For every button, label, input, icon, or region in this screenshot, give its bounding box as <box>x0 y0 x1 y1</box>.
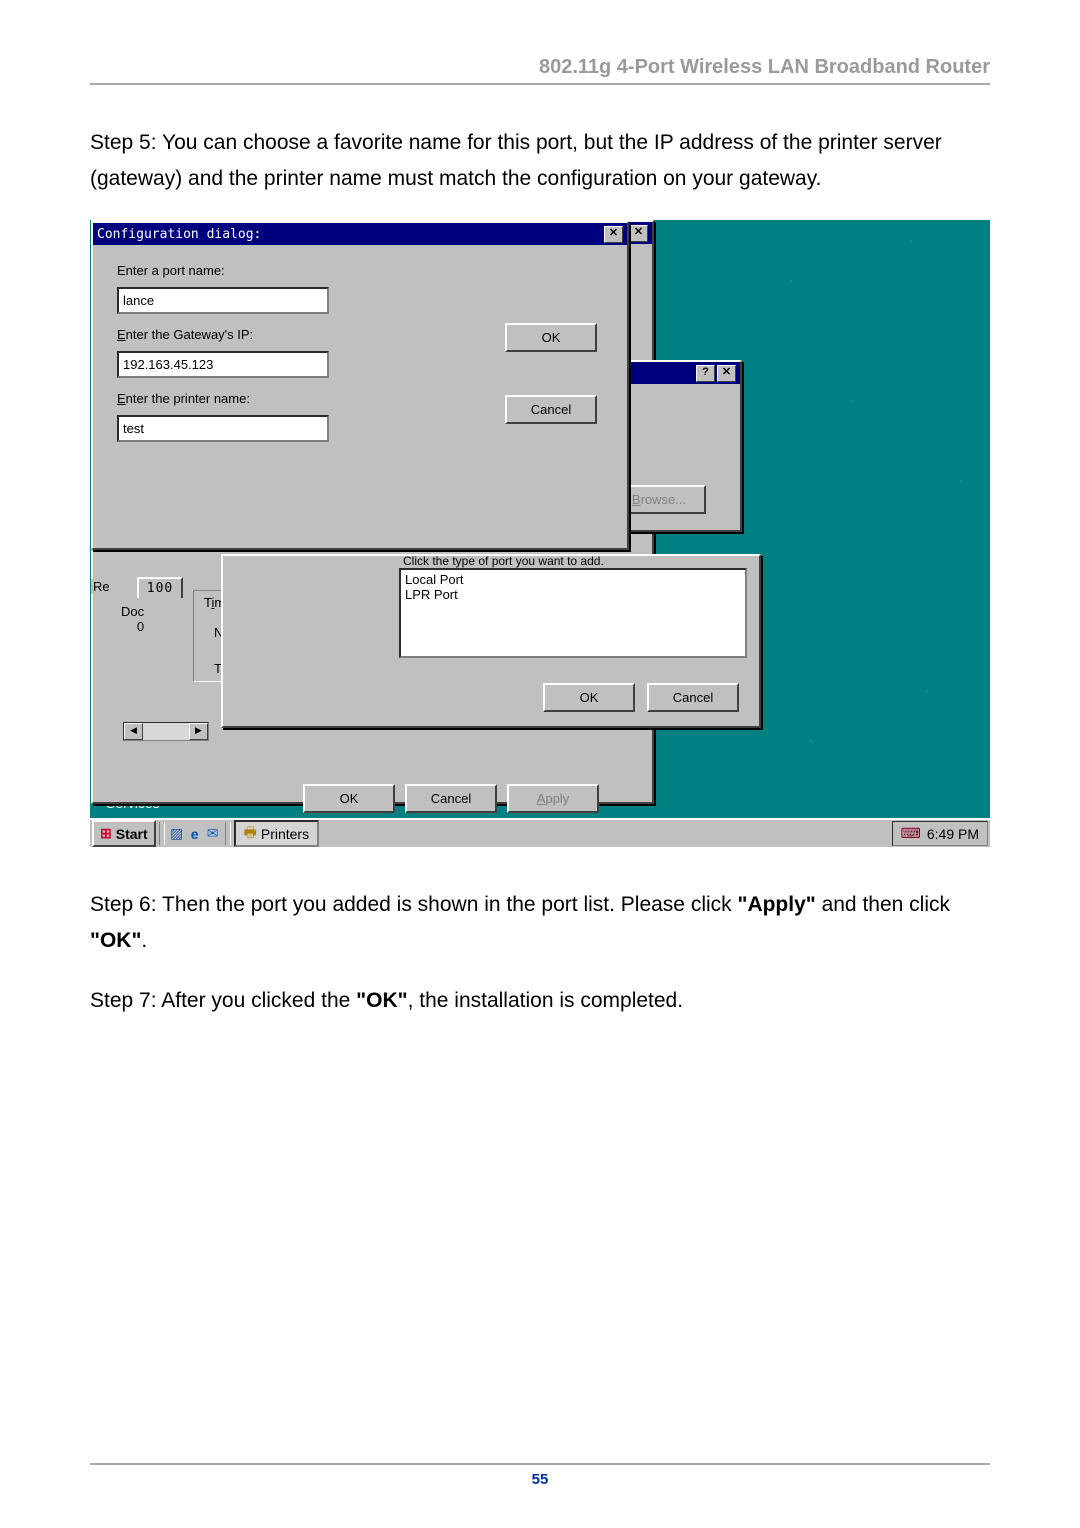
ok-button[interactable]: OK <box>543 683 635 712</box>
printer-icon: 🖶 <box>244 822 257 846</box>
configuration-dialog: Configuration dialog: ✕ Enter a port nam… <box>91 221 629 550</box>
taskbar: ⊞ Start ▨ e ✉ 🖶 Printers ⌨ 6:49 PM <box>90 818 990 847</box>
port-type-list[interactable]: Local Port LPR Port <box>399 568 747 658</box>
scroll-right-icon[interactable]: ▶ <box>189 723 208 740</box>
taskbar-app-printers[interactable]: 🖶 Printers <box>234 820 319 847</box>
cancel-button[interactable]: Cancel <box>505 395 597 424</box>
port-name-label: Enter a port name: <box>117 263 225 278</box>
printer-name-input[interactable]: test <box>117 415 329 442</box>
windows-logo-icon: ⊞ <box>100 825 112 842</box>
apply-button[interactable]: Apply <box>507 784 599 813</box>
retry-fragment: Re <box>91 579 112 594</box>
taskbar-divider <box>225 822 231 845</box>
close-icon[interactable]: ✕ <box>604 226 623 243</box>
config-title: Configuration dialog: <box>97 227 261 242</box>
list-item[interactable]: Local Port <box>403 572 743 587</box>
start-button[interactable]: ⊞ Start <box>92 820 156 847</box>
close-icon[interactable]: ✕ <box>717 365 736 382</box>
help-icon[interactable]: ? <box>696 365 715 382</box>
tray-keyboard-icon[interactable]: ⌨ <box>901 825 921 842</box>
footer-divider <box>90 1463 990 1465</box>
taskbar-divider <box>159 822 165 845</box>
port-type-dialog: Click the type of port you want to add. … <box>221 554 761 728</box>
outlook-icon[interactable]: ✉ <box>204 825 222 843</box>
step6-text: Step 6: Then the port you added is shown… <box>90 887 990 958</box>
tab-100[interactable]: 100 <box>137 577 183 598</box>
gateway-ip-label: Enter the Gateway's IP: <box>117 327 253 342</box>
ie-icon[interactable]: e <box>186 825 204 843</box>
port-name-input[interactable]: lance <box>117 287 329 314</box>
doc-label: Doc0 <box>121 604 144 634</box>
show-desktop-icon[interactable]: ▨ <box>168 825 186 843</box>
ok-button[interactable]: OK <box>303 784 395 813</box>
step5-text: Step 5: You can choose a favorite name f… <box>90 125 990 196</box>
step7-text: Step 7: After you clicked the "OK", the … <box>90 983 990 1019</box>
header-divider <box>90 83 990 85</box>
page-header-title: 802.11g 4-Port Wireless LAN Broadband Ro… <box>90 56 990 83</box>
screenshot-region: ? ✕ Re 100 Doc0 Timeout s Not sel <box>90 220 990 847</box>
config-titlebar[interactable]: Configuration dialog: ✕ <box>93 223 627 245</box>
list-item[interactable]: LPR Port <box>403 587 743 602</box>
system-tray: ⌨ 6:49 PM <box>892 821 988 846</box>
gateway-ip-input[interactable]: 192.163.45.123 <box>117 351 329 378</box>
scroll-left-icon[interactable]: ◀ <box>124 723 143 740</box>
cancel-button[interactable]: Cancel <box>405 784 497 813</box>
printer-name-label: Enter the printer name: <box>117 391 250 406</box>
close-icon[interactable]: ✕ <box>629 225 648 242</box>
ok-button[interactable]: OK <box>505 323 597 352</box>
page-number: 55 <box>90 1471 990 1488</box>
taskbar-clock: 6:49 PM <box>927 826 979 842</box>
cancel-button[interactable]: Cancel <box>647 683 739 712</box>
